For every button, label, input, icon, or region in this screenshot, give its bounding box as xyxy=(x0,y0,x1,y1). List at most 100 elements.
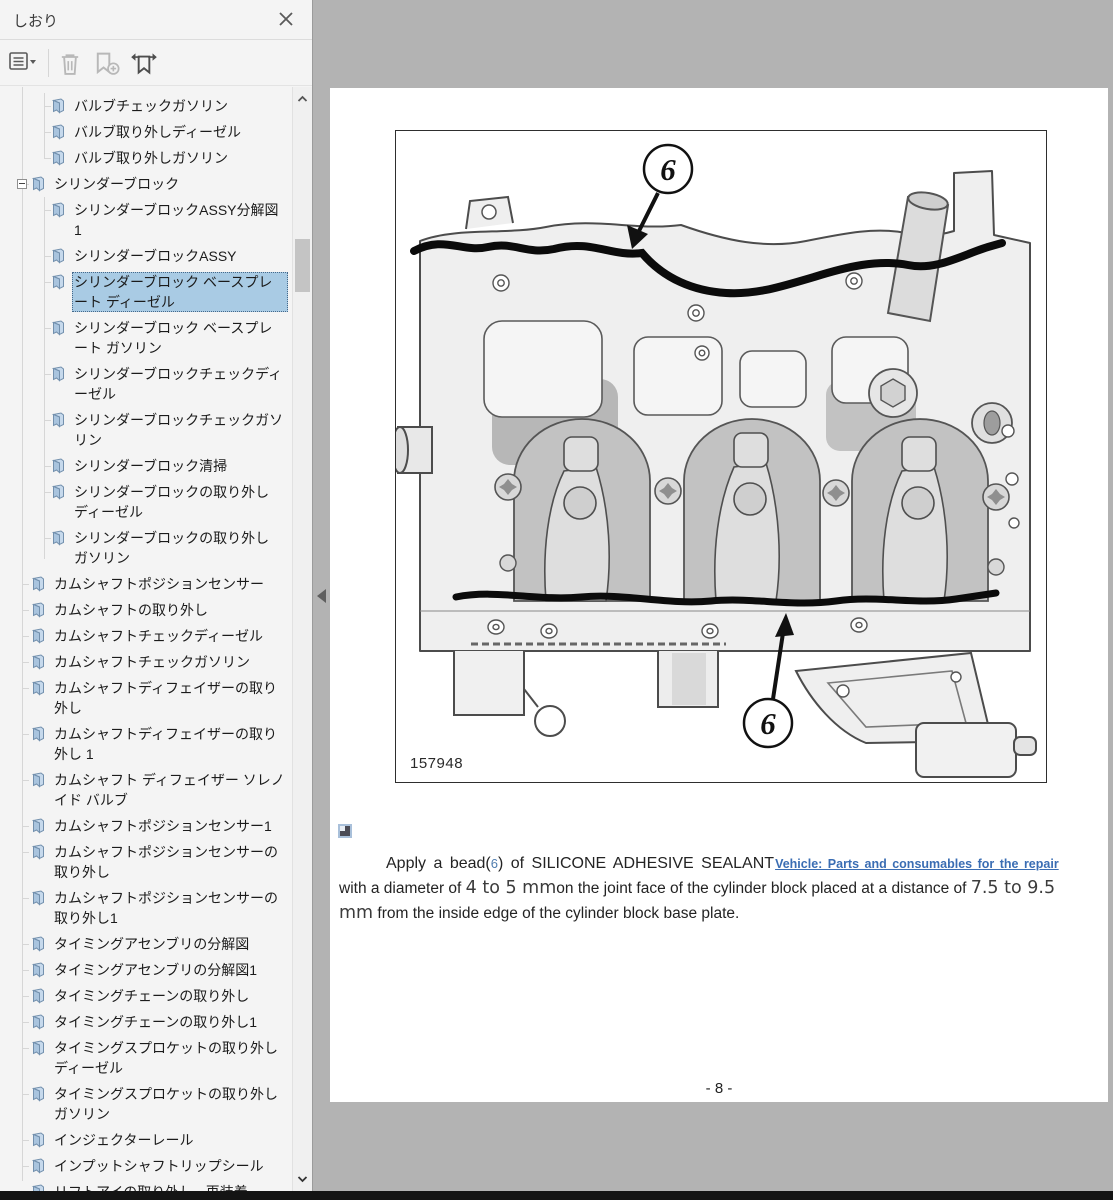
bookmark-label: インジェクターレール xyxy=(54,1132,194,1148)
bookmark-label: シリンダーブロックチェックディーゼル xyxy=(74,366,283,402)
bookmark-label: カムシャフトの取り外し xyxy=(54,602,208,618)
bookmark-item[interactable]: カムシャフトポジションセンサーの取り外し1 xyxy=(0,885,292,931)
callout-label-bottom: 6 xyxy=(760,706,776,741)
bookmark-label: インプットシャフトリップシール xyxy=(54,1158,264,1174)
delete-bookmark-button[interactable] xyxy=(56,50,86,78)
bookmark-item[interactable]: カムシャフトチェックガソリン xyxy=(0,649,292,675)
bookmark-item[interactable]: タイミングスプロケットの取り外し ディーゼル xyxy=(0,1035,292,1081)
bookmark-label: シリンダーブロック ベースプレート ディーゼル xyxy=(72,272,288,312)
bookmark-icon xyxy=(31,844,44,860)
bottom-bar xyxy=(0,1191,1113,1200)
bookmark-icon xyxy=(51,458,64,474)
bookmark-label: カムシャフトチェックディーゼル xyxy=(54,628,264,644)
bookmark-item[interactable]: シリンダーブロック ベースプレート ガソリン xyxy=(0,315,292,361)
bookmark-item[interactable]: カムシャフトポジションセンサー xyxy=(0,571,292,597)
bookmark-label: リフトアイの取り外し - 再装着 xyxy=(52,1182,288,1191)
bookmark-label: カムシャフトチェックガソリン xyxy=(54,654,250,670)
bookmark-label: タイミングスプロケットの取り外し ディーゼル xyxy=(54,1040,278,1076)
bookmark-label: シリンダーブロックチェックガソリン xyxy=(74,412,284,448)
bookmark-label: タイミングチェーンの取り外し xyxy=(54,988,250,1004)
bookmark-item[interactable]: シリンダーブロックチェックガソリン xyxy=(0,407,292,453)
instruction-text: on the joint face of the cylinder block … xyxy=(556,880,971,897)
chevron-down-icon xyxy=(297,1176,308,1183)
scroll-up-button[interactable] xyxy=(296,93,309,106)
bookmark-label: シリンダーブロックの取り外し ガソリン xyxy=(74,530,270,566)
goto-current-bookmark-button[interactable] xyxy=(128,50,158,78)
bookmark-goto-icon xyxy=(131,53,157,75)
bookmark-item[interactable]: バルブ取り外しディーゼル xyxy=(0,119,292,145)
bookmark-item[interactable]: カムシャフトディフェイザーの取り外し xyxy=(0,675,292,721)
bookmark-icon xyxy=(31,818,44,834)
bookmark-add-icon xyxy=(96,52,120,75)
bookmark-icon xyxy=(31,680,44,696)
bookmark-label: シリンダーブロックASSY xyxy=(74,248,237,264)
bookmark-item[interactable]: シリンダーブロックの取り外し ディーゼル xyxy=(0,479,292,525)
bookmark-icon xyxy=(51,248,64,264)
note-icon[interactable] xyxy=(338,824,352,838)
bookmark-label: カムシャフトディフェイザーの取り外し xyxy=(54,680,278,716)
dimension-value: mm xyxy=(339,903,374,923)
bookmark-list: バルブチェックガソリン バルブ取り外しディーゼル バルブ取り外しガソリン シリンダーブ… xyxy=(0,87,292,1191)
instruction-paragraph: Apply a bead(6) of SILICONE ADHESIVE SEA… xyxy=(339,852,1095,926)
bookmark-item[interactable]: シリンダーブロックASSY分解図1 xyxy=(0,197,292,243)
dimension-value: 7.5 to 9.5 xyxy=(970,878,1056,898)
bookmark-label: シリンダーブロック ベースプレート ガソリン xyxy=(74,320,273,356)
bookmark-item[interactable]: カムシャフトポジションセンサーの取り外し xyxy=(0,839,292,885)
bookmark-item[interactable]: シリンダーブロック xyxy=(0,171,292,197)
bookmark-icon xyxy=(51,202,64,218)
bookmark-label: タイミングアセンブリの分解図 xyxy=(54,936,250,952)
bookmark-icon xyxy=(51,320,64,336)
bookmark-item[interactable]: カムシャフトディフェイザーの取り外し 1 xyxy=(0,721,292,767)
bookmark-item[interactable]: シリンダーブロックASSY xyxy=(0,243,292,269)
bookmark-item[interactable]: インプットシャフトリップシール xyxy=(0,1153,292,1179)
bookmark-icon xyxy=(31,962,44,978)
bookmark-label: タイミングチェーンの取り外し1 xyxy=(54,1014,258,1030)
bookmark-item[interactable]: シリンダーブロック ベースプレート ディーゼル xyxy=(0,269,292,315)
bookmark-item[interactable]: タイミングアセンブリの分解図1 xyxy=(0,957,292,983)
bookmark-item[interactable]: シリンダーブロック清掃 xyxy=(0,453,292,479)
bookmark-label: シリンダーブロックの取り外し ディーゼル xyxy=(74,484,270,520)
scrollbar-thumb[interactable] xyxy=(295,239,310,292)
close-panel-button[interactable] xyxy=(276,9,296,29)
bookmark-item[interactable]: インジェクターレール xyxy=(0,1127,292,1153)
bookmark-item[interactable]: タイミングスプロケットの取り外し ガソリン xyxy=(0,1081,292,1127)
collapse-panel-handle[interactable] xyxy=(317,589,326,603)
bookmark-icon xyxy=(31,726,44,742)
new-bookmark-button[interactable] xyxy=(92,50,122,78)
bookmark-icon xyxy=(51,274,64,290)
bookmark-label: カムシャフトポジションセンサーの取り外し1 xyxy=(54,890,278,926)
bookmark-item[interactable]: タイミングアセンブリの分解図 xyxy=(0,931,292,957)
bookmark-item[interactable]: カムシャフト ディフェイザー ソレノイド バルブ xyxy=(0,767,292,813)
engine-block-figure: 6 6 157948 xyxy=(395,130,1047,783)
bookmark-icon xyxy=(51,484,64,500)
bookmark-options-button[interactable] xyxy=(8,50,38,78)
instruction-text: Apply a bead( xyxy=(386,855,491,872)
bookmark-item[interactable]: リフトアイの取り外し - 再装着 xyxy=(0,1179,292,1191)
parts-consumables-link[interactable]: Vehicle: Parts and consumables for the r… xyxy=(775,857,1059,871)
sidebar-scrollbar[interactable] xyxy=(292,87,312,1191)
bookmarks-panel-header: しおり xyxy=(0,0,312,40)
bookmark-label: カムシャフトポジションセンサーの取り外し xyxy=(54,844,278,880)
scroll-down-button[interactable] xyxy=(296,1172,309,1185)
trash-icon xyxy=(61,54,79,75)
bookmark-item[interactable]: タイミングチェーンの取り外し xyxy=(0,983,292,1009)
bookmark-icon xyxy=(31,576,44,592)
bookmark-label: カムシャフトディフェイザーの取り外し 1 xyxy=(54,726,278,762)
bookmark-label: タイミングアセンブリの分解図1 xyxy=(54,962,258,978)
bookmark-item[interactable]: バルブチェックガソリン xyxy=(0,93,292,119)
figure-number: 157948 xyxy=(410,755,464,772)
bookmark-item[interactable]: カムシャフトチェックディーゼル xyxy=(0,623,292,649)
bookmark-item[interactable]: カムシャフトポジションセンサー1 xyxy=(0,813,292,839)
bookmark-item[interactable]: タイミングチェーンの取り外し1 xyxy=(0,1009,292,1035)
dimension-value: 4 to 5 mm xyxy=(465,878,557,898)
instruction-line-2: with a diameter of 4 to 5 mmon the joint… xyxy=(339,876,1095,901)
options-menu-icon xyxy=(9,52,36,70)
instruction-text: with a diameter of xyxy=(339,880,466,897)
bookmark-icon xyxy=(31,654,44,670)
bookmark-item[interactable]: シリンダーブロックチェックディーゼル xyxy=(0,361,292,407)
bookmark-item[interactable]: カムシャフトの取り外し xyxy=(0,597,292,623)
bookmark-item[interactable]: シリンダーブロックの取り外し ガソリン xyxy=(0,525,292,571)
chevron-up-icon xyxy=(297,95,308,102)
bookmark-item[interactable]: バルブ取り外しガソリン xyxy=(0,145,292,171)
collapse-toggle-icon[interactable] xyxy=(17,179,27,189)
